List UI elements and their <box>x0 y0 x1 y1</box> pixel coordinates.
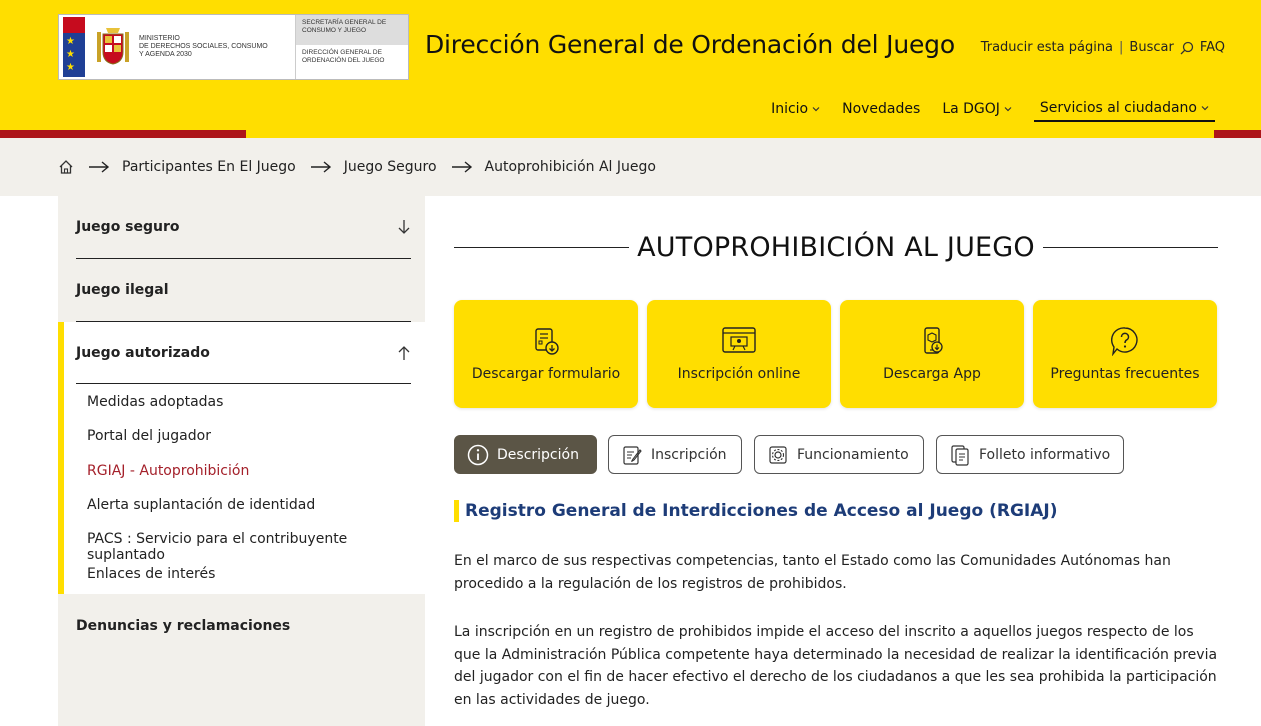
document-icon <box>951 444 969 466</box>
sidebar-expanded-section: Juego autorizado Medidas adoptadas Porta… <box>58 322 425 594</box>
nav-item-inicio[interactable]: Inicio <box>771 96 820 122</box>
main-nav: Inicio Novedades La DGOJ Servicios al ci… <box>771 96 1215 122</box>
sidebar: Juego seguro Juego ilegal Juego autoriza… <box>58 196 425 726</box>
settings-icon <box>769 445 787 464</box>
translate-link[interactable]: Traducir esta página <box>981 40 1113 55</box>
breadcrumb-current: Autoprohibición Al Juego <box>484 159 656 175</box>
sidebar-link[interactable]: Enlaces de interés <box>87 566 215 582</box>
sidebar-link[interactable]: PACS : Servicio para el contribuyente su… <box>87 531 425 563</box>
tab-folleto-informativo[interactable]: Folleto informativo <box>936 435 1124 474</box>
coat-of-arms-icon <box>97 28 129 65</box>
online-presentation-icon <box>722 327 756 353</box>
government-logo[interactable]: ★ ★ ★ Ministerio de Derechos Sociales, Con… <box>58 14 409 80</box>
arrow-down-icon <box>398 220 410 234</box>
chevron-down-icon <box>812 107 820 112</box>
breadcrumb-item[interactable]: Juego Seguro <box>344 159 437 175</box>
header-stripe <box>246 130 1214 138</box>
sidebar-item-juego-autorizado[interactable]: Juego autorizado <box>76 322 411 384</box>
direccion-name: Dirección General de Ordenación del Jueg… <box>302 49 385 64</box>
body-paragraph: En el marco de sus respectivas competenc… <box>454 553 1171 592</box>
sidebar-link[interactable]: Portal del jugador <box>87 428 211 444</box>
arrow-right-icon <box>89 161 110 173</box>
nav-item-la-dgoj[interactable]: La DGOJ <box>942 96 1012 122</box>
card-preguntas-frecuentes[interactable]: Preguntas frecuentes <box>1033 300 1217 408</box>
card-label: Descargar formulario <box>471 366 621 382</box>
nav-item-servicios[interactable]: Servicios al ciudadano <box>1033 96 1215 122</box>
separator: | <box>1119 40 1124 55</box>
search-icon[interactable] <box>1180 41 1194 55</box>
arrow-right-icon <box>310 161 331 173</box>
info-icon <box>467 444 489 465</box>
sidebar-item-juego-ilegal[interactable]: Juego ilegal <box>76 259 411 322</box>
search-link[interactable]: Buscar <box>1129 40 1173 55</box>
tab-funcionamiento[interactable]: Funcionamiento <box>754 435 924 474</box>
sidebar-link[interactable]: Medidas adoptadas <box>87 394 223 410</box>
card-descarga-app[interactable]: Descarga App <box>840 300 1024 408</box>
card-label: Preguntas frecuentes <box>1050 366 1200 382</box>
title-rule <box>1042 247 1219 248</box>
breadcrumb: Participantes En El Juego Juego Seguro A… <box>0 138 1261 196</box>
card-inscripcion-online[interactable]: Inscripción online <box>647 300 831 408</box>
app-download-icon <box>924 327 943 354</box>
card-label: Inscripción online <box>677 366 801 382</box>
site-header: ★ ★ ★ Ministerio de Derechos Sociales, Con… <box>0 0 1261 130</box>
sidebar-item-denuncias[interactable]: Denuncias y reclamaciones <box>76 594 411 657</box>
utility-links: Traducir esta página | Buscar FAQ <box>981 40 1225 55</box>
header-stripe <box>0 130 246 138</box>
section-heading: Registro General de Interdicciones de Ac… <box>454 500 1057 522</box>
chevron-down-icon <box>1004 107 1012 112</box>
sidebar-link-active[interactable]: RGIAJ - Autoprohibición <box>87 463 249 479</box>
eu-flag-icon: ★ ★ ★ <box>63 17 85 77</box>
ministry-name: Ministerio de Derechos Sociales, Consumo… <box>139 35 268 58</box>
title-rule <box>454 247 630 248</box>
question-bubble-icon <box>1111 327 1138 356</box>
sidebar-link[interactable]: Alerta suplantación de identidad <box>87 497 315 513</box>
nav-item-novedades[interactable]: Novedades <box>842 96 920 122</box>
breadcrumb-item[interactable]: Participantes En El Juego <box>122 159 296 175</box>
arrow-up-icon <box>398 345 410 360</box>
page-title-block: AUTOPROHIBICIÓN AL JUEGO <box>454 232 1219 263</box>
chevron-down-icon <box>1201 106 1209 111</box>
header-stripe <box>1214 130 1261 138</box>
page-title: AUTOPROHIBICIÓN AL JUEGO <box>637 232 1035 263</box>
faq-link[interactable]: FAQ <box>1200 40 1225 55</box>
sidebar-item-juego-seguro[interactable]: Juego seguro <box>76 196 411 259</box>
tab-inscripcion[interactable]: Inscripción <box>608 435 742 474</box>
secretaria-name: Secretaría General de Consumo y Juego <box>296 15 408 45</box>
quick-access-cards: Descargar formulario Inscripción online … <box>454 300 1218 408</box>
form-download-icon <box>535 328 559 355</box>
body-paragraph: La inscripción en un registro de prohibi… <box>454 624 1218 708</box>
arrow-right-icon <box>451 161 472 173</box>
tab-descripcion[interactable]: Descripción <box>454 435 597 474</box>
card-label: Descarga App <box>883 366 981 382</box>
home-icon[interactable] <box>58 159 74 175</box>
form-edit-icon <box>623 445 642 465</box>
site-title[interactable]: Dirección General de Ordenación del Jueg… <box>425 30 955 59</box>
card-descargar-formulario[interactable]: Descargar formulario <box>454 300 638 408</box>
